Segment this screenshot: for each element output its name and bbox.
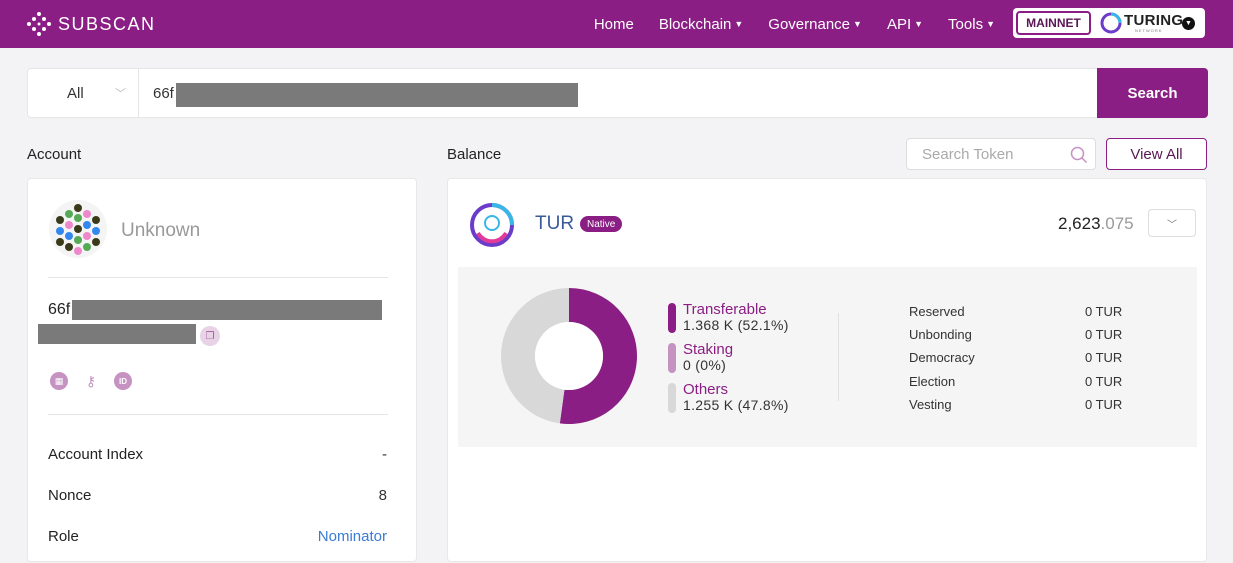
redacted-search-value <box>176 83 578 107</box>
search-type-select[interactable]: All ﹀ <box>28 69 139 117</box>
election-value: 0 TUR <box>1085 374 1123 389</box>
unbonding-label: Unbonding <box>909 327 972 342</box>
legend-value-others: 1.255 K (47.8%) <box>683 397 789 413</box>
role-label: Role <box>48 528 79 545</box>
token-symbol[interactable]: TUR <box>535 213 574 235</box>
main-nav: Home Blockchain ▼ Governance ▼ API ▼ Tools ▼ <box>594 0 995 48</box>
redacted-address-line1 <box>72 300 382 320</box>
network-name: TURING <box>1124 12 1184 29</box>
legend-value-staking: 0 (0%) <box>683 357 726 373</box>
subscan-logo-icon <box>27 12 51 36</box>
qrcode-icon[interactable]: ▦ <box>50 372 68 390</box>
account-index-label: Account Index <box>48 446 144 463</box>
vesting-label: Vesting <box>909 397 952 412</box>
account-address: 66f <box>48 301 71 318</box>
nav-api[interactable]: API ▼ <box>887 16 923 33</box>
staking-amount: 0 <box>683 357 692 373</box>
caret-down-icon: ▼ <box>734 19 744 29</box>
vesting-value: 0 TUR <box>1085 397 1123 412</box>
legend-label-transferable: Transferable <box>683 301 767 318</box>
redacted-address-line2 <box>38 324 196 344</box>
network-sub: NETWORK <box>1135 28 1163 33</box>
balance-section-title: Balance <box>447 146 502 163</box>
reserved-label: Reserved <box>909 304 965 319</box>
mainnet-badge: MAINNET <box>1016 11 1091 35</box>
legend-color-staking <box>668 343 676 373</box>
caret-down-icon: ▼ <box>914 19 924 29</box>
token-total-amount: 2,623.075 <box>1058 214 1134 234</box>
nav-governance-label: Governance <box>768 15 851 33</box>
search-input[interactable]: 66f <box>153 85 174 102</box>
tur-token-icon <box>470 203 514 247</box>
legend-label-others: Others <box>683 381 729 398</box>
account-card: Unknown 66f ❐ ▦ ⚷ ID Account Index - Non… <box>27 178 417 562</box>
caret-down-icon: ▼ <box>853 19 862 29</box>
caret-down-icon: ▼ <box>986 19 995 29</box>
search-type-value: All <box>67 84 84 102</box>
network-selector[interactable]: MAINNET TURING NETWORK ▼ <box>1013 8 1205 38</box>
democracy-value: 0 TUR <box>1085 350 1123 365</box>
copy-icon[interactable]: ❐ <box>200 326 220 346</box>
account-index-value: - <box>382 446 387 463</box>
chevron-down-icon: ﹀ <box>1167 219 1177 231</box>
transferable-amount: 1.368 K <box>683 317 734 333</box>
nonce-label: Nonce <box>48 487 92 504</box>
balance-donut-chart <box>501 288 637 424</box>
chevron-down-icon: ﹀ <box>115 88 126 100</box>
role-value-link[interactable]: Nominator <box>318 528 387 545</box>
amount-integer: 2,623 <box>1058 214 1101 233</box>
top-navbar: SUBSCAN Home Blockchain ▼ Governance ▼ API… <box>0 0 1233 48</box>
balance-detail-panel: Transferable 1.368 K (52.1%) Staking 0 (… <box>458 267 1197 447</box>
divider <box>48 414 388 415</box>
nav-api-label: API <box>886 15 912 33</box>
divider <box>48 277 388 278</box>
donut-hole <box>535 322 603 390</box>
nav-blockchain-label: Blockchain <box>658 15 732 33</box>
search-bar: All ﹀ 66f Search <box>27 68 1208 118</box>
balance-card: TUR Native 2,623.075 ﹀ Transferable 1.36… <box>447 178 1207 562</box>
logo-text: SUBSCAN <box>58 13 156 34</box>
legend-label-staking: Staking <box>683 341 734 358</box>
search-token-placeholder: Search Token <box>922 146 1014 163</box>
chevron-down-icon: ▼ <box>1182 17 1195 30</box>
reserved-value: 0 TUR <box>1085 304 1123 319</box>
nav-home[interactable]: Home <box>594 16 634 33</box>
account-avatar <box>49 200 107 258</box>
expand-toggle-button[interactable]: ﹀ <box>1148 209 1196 237</box>
election-label: Election <box>909 374 956 389</box>
others-percent: (47.8%) <box>737 397 789 413</box>
nav-home-label: Home <box>593 15 634 33</box>
view-all-button[interactable]: View All <box>1106 138 1207 170</box>
search-input-value: 66f <box>153 85 174 102</box>
turing-network-icon <box>1100 12 1122 34</box>
vertical-divider <box>838 313 839 401</box>
search-icon <box>1070 146 1088 164</box>
others-amount: 1.255 K <box>683 397 734 413</box>
search-token-input[interactable]: Search Token <box>906 138 1096 170</box>
transferable-percent: (52.1%) <box>737 317 789 333</box>
key-icon[interactable]: ⚷ <box>82 372 100 390</box>
nav-governance[interactable]: Governance ▼ <box>768 16 862 33</box>
account-display-name: Unknown <box>121 220 201 241</box>
search-button[interactable]: Search <box>1097 68 1208 118</box>
nav-tools[interactable]: Tools ▼ <box>948 16 995 33</box>
democracy-label: Democracy <box>909 350 975 365</box>
legend-value-transferable: 1.368 K (52.1%) <box>683 317 789 333</box>
nav-blockchain[interactable]: Blockchain ▼ <box>659 16 743 33</box>
native-badge: Native <box>580 216 623 232</box>
nonce-value: 8 <box>378 487 387 504</box>
amount-decimal: .075 <box>1100 214 1134 233</box>
legend-color-others <box>668 383 676 413</box>
legend-color-transferable <box>668 303 676 333</box>
unbonding-value: 0 TUR <box>1085 327 1123 342</box>
identity-icon[interactable]: ID <box>114 372 132 390</box>
staking-percent: (0%) <box>695 357 727 373</box>
nav-tools-label: Tools <box>948 15 984 33</box>
account-section-title: Account <box>27 146 82 163</box>
subscan-logo[interactable]: SUBSCAN <box>26 11 156 37</box>
